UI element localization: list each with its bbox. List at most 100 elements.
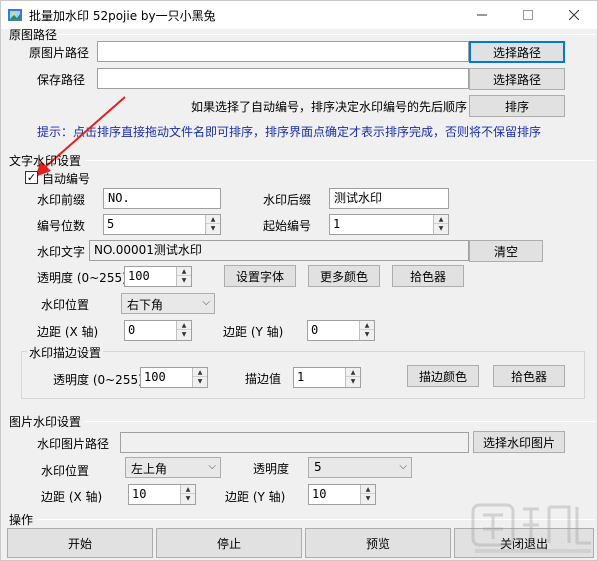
divider <box>85 160 595 161</box>
image-opacity-value: 5 <box>314 460 322 474</box>
maximize-icon <box>523 10 533 20</box>
stroke-opacity-value: 100 <box>144 370 166 384</box>
minimize-button[interactable] <box>459 1 505 29</box>
prefix-input[interactable]: NO. <box>103 188 221 209</box>
image-opacity-label: 透明度 <box>253 462 290 476</box>
stroke-color-button[interactable]: 描边颜色 <box>407 365 479 387</box>
stepper-down-icon[interactable]: ▼ <box>346 377 360 386</box>
image-position-select[interactable]: 左上角 ⌵ <box>125 457 221 478</box>
source-section-title: 原图路径 <box>9 28 58 42</box>
text-position-value: 右下角 <box>127 298 164 312</box>
suffix-label: 水印后缀 <box>263 193 312 207</box>
stroke-value-stepper[interactable]: 1 ▲ ▼ <box>293 367 361 388</box>
watermark-text-label: 水印文字 <box>37 245 86 259</box>
divider <box>59 34 595 35</box>
text-position-select[interactable]: 右下角 ⌵ <box>121 293 215 314</box>
image-watermark-section-title: 图片水印设置 <box>9 415 82 429</box>
stepper-down-icon[interactable]: ▼ <box>361 494 375 503</box>
digits-stepper[interactable]: 5 ▲ ▼ <box>103 214 221 235</box>
maximize-button[interactable] <box>505 1 551 29</box>
stepper-down-icon[interactable]: ▼ <box>177 276 191 285</box>
image-margin-x-value: 10 <box>132 487 147 501</box>
image-margin-x-stepper[interactable]: 10 ▲ ▼ <box>128 484 196 505</box>
stroke-opacity-stepper[interactable]: 100 ▲ ▼ <box>140 367 208 388</box>
close-icon <box>569 10 579 20</box>
watermark-text-field: NO.00001测试水印 <box>89 240 469 261</box>
stepper-down-icon[interactable]: ▼ <box>193 377 207 386</box>
source-path-input[interactable] <box>97 41 469 62</box>
stepper-up-icon[interactable]: ▲ <box>181 485 195 494</box>
text-margin-y-label: 边距 (Y 轴) <box>223 325 284 339</box>
image-margin-y-label: 边距 (Y 轴) <box>225 490 286 504</box>
chevron-down-icon: ⌵ <box>202 297 210 308</box>
preview-button[interactable]: 预览 <box>305 528 451 558</box>
image-opacity-select[interactable]: 5 ⌵ <box>308 457 412 478</box>
digits-value: 5 <box>107 217 115 231</box>
minimize-icon <box>477 14 487 16</box>
stepper-up-icon[interactable]: ▲ <box>346 368 360 377</box>
prefix-label: 水印前缀 <box>37 193 86 207</box>
select-save-path-button[interactable]: 选择路径 <box>469 68 565 90</box>
image-margin-x-label: 边距 (X 轴) <box>41 490 103 504</box>
chevron-down-icon: ⌵ <box>208 461 216 472</box>
stepper-down-icon[interactable]: ▼ <box>181 494 195 503</box>
auto-number-checkbox[interactable]: ✓ <box>25 171 38 184</box>
stepper-down-icon[interactable]: ▼ <box>206 224 220 233</box>
stepper-up-icon[interactable]: ▲ <box>177 321 191 330</box>
close-button[interactable] <box>551 1 597 29</box>
stepper-down-icon[interactable]: ▼ <box>360 330 374 339</box>
app-icon <box>8 9 22 21</box>
start-button[interactable]: 开始 <box>7 528 153 558</box>
stroke-section-title: 水印描边设置 <box>27 344 104 361</box>
stroke-value-label: 描边值 <box>245 372 282 386</box>
divider <box>85 421 595 422</box>
stepper-up-icon[interactable]: ▲ <box>177 267 191 276</box>
suffix-input[interactable]: 测试水印 <box>329 188 449 209</box>
operations-section-title: 操作 <box>9 513 34 527</box>
stepper-up-icon[interactable]: ▲ <box>361 485 375 494</box>
stepper-down-icon[interactable]: ▼ <box>177 330 191 339</box>
text-watermark-section-title: 文字水印设置 <box>9 154 82 168</box>
stroke-opacity-label: 透明度 (0~255) <box>53 373 143 387</box>
text-margin-x-label: 边距 (X 轴) <box>37 325 99 339</box>
text-margin-y-stepper[interactable]: 0 ▲ ▼ <box>307 320 375 341</box>
auto-number-label: 自动编号 <box>42 172 91 186</box>
image-position-value: 左上角 <box>131 462 168 476</box>
source-path-label: 原图片路径 <box>29 46 90 60</box>
select-watermark-image-button[interactable]: 选择水印图片 <box>473 431 565 453</box>
digits-label: 编号位数 <box>37 219 86 233</box>
text-margin-y-value: 0 <box>311 323 319 337</box>
save-path-input[interactable] <box>97 68 469 89</box>
stepper-up-icon[interactable]: ▲ <box>206 215 220 224</box>
stepper-up-icon[interactable]: ▲ <box>360 321 374 330</box>
image-margin-y-stepper[interactable]: 10 ▲ ▼ <box>308 484 376 505</box>
text-opacity-stepper[interactable]: 100 ▲ ▼ <box>124 266 192 287</box>
title-bar: 批量加水印 52pojie by一只小黑兔 <box>1 1 597 29</box>
text-opacity-label: 透明度 (0~255) <box>37 271 127 285</box>
start-number-value: 1 <box>333 217 341 231</box>
window-title: 批量加水印 52pojie by一只小黑兔 <box>29 9 216 23</box>
text-margin-x-value: 0 <box>128 323 136 337</box>
clear-button[interactable]: 清空 <box>469 240 543 262</box>
more-colors-button[interactable]: 更多颜色 <box>308 265 380 287</box>
sort-button[interactable]: 排序 <box>469 95 565 117</box>
chevron-down-icon: ⌵ <box>399 461 407 472</box>
set-font-button[interactable]: 设置字体 <box>224 265 296 287</box>
text-margin-x-stepper[interactable]: 0 ▲ ▼ <box>124 320 192 341</box>
stop-button[interactable]: 停止 <box>156 528 302 558</box>
image-position-label: 水印位置 <box>41 464 90 478</box>
sort-note: 如果选择了自动编号，排序决定水印编号的先后顺序 <box>191 100 468 114</box>
save-path-label: 保存路径 <box>37 73 86 87</box>
stepper-up-icon[interactable]: ▲ <box>434 215 448 224</box>
site-watermark-logo-icon <box>471 503 591 553</box>
stroke-color-picker-button[interactable]: 拾色器 <box>493 365 565 387</box>
text-position-label: 水印位置 <box>41 298 90 312</box>
stepper-up-icon[interactable]: ▲ <box>193 368 207 377</box>
stepper-down-icon[interactable]: ▼ <box>434 224 448 233</box>
image-path-label: 水印图片路径 <box>37 437 110 451</box>
start-number-label: 起始编号 <box>263 219 312 233</box>
color-picker-button[interactable]: 拾色器 <box>392 265 464 287</box>
start-number-stepper[interactable]: 1 ▲ ▼ <box>329 214 449 235</box>
app-window: 批量加水印 52pojie by一只小黑兔 原图路径 原图片路径 选择路径 保存… <box>0 0 598 561</box>
select-source-path-button[interactable]: 选择路径 <box>469 41 565 63</box>
